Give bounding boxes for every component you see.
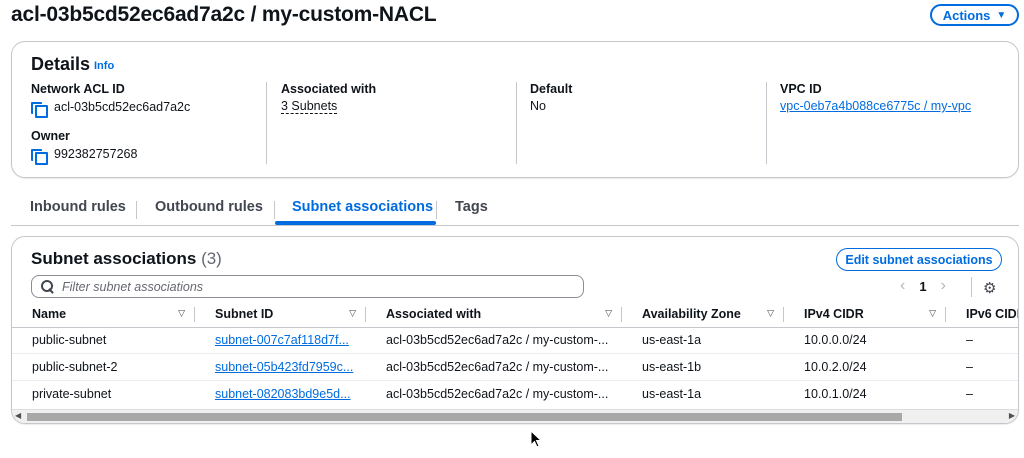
scroll-right-icon[interactable]: ▶	[1009, 411, 1015, 420]
column-header-subnet-id[interactable]: Subnet ID ▽	[195, 301, 366, 328]
subnet-id-link[interactable]: subnet-05b423fd7959c...	[215, 360, 353, 374]
column-header-associated-with[interactable]: Associated with ▽	[366, 301, 622, 328]
column-label: IPv4 CIDR	[804, 306, 864, 321]
tab-divider	[136, 201, 137, 219]
associated-with-label: Associated with	[281, 82, 377, 96]
column-label: Subnet ID	[215, 306, 274, 321]
tab-tags[interactable]: Tags	[455, 199, 488, 215]
table-row: public-subnet subnet-007c7af118d7f... ac…	[12, 327, 1018, 354]
column-header-ipv4-cidr[interactable]: IPv4 CIDR ▽	[784, 301, 946, 328]
vpc-id-field: VPC ID vpc-0eb7a4b088ce6775c / my-vpc	[780, 82, 971, 113]
tab-divider	[436, 201, 437, 219]
cell-subnet-id: subnet-05b423fd7959c...	[195, 353, 366, 381]
cell-associated-with: acl-03b5cd52ec6ad7a2c / my-custom-...	[386, 386, 609, 401]
scrollbar-thumb[interactable]	[27, 413, 902, 421]
column-header-availability-zone[interactable]: Availability Zone ▽	[622, 301, 784, 328]
column-header-ipv6-cidr[interactable]: IPv6 CIDR	[946, 301, 1018, 328]
table-header-row: Name ▽ Subnet ID ▽ Associated with ▽ Availa…	[12, 301, 1018, 328]
cell-ipv6-cidr: –	[946, 327, 1018, 354]
associated-with-field: Associated with 3 Subnets	[281, 82, 376, 114]
tab-bar: Inbound rules Outbound rules Subnet asso…	[11, 193, 1019, 226]
scroll-left-icon[interactable]: ◀	[15, 411, 21, 420]
page-title: acl-03b5cd52ec6ad7a2c / my-custom-NACL	[11, 3, 437, 26]
pagination: ‹ 1 ›	[900, 277, 946, 295]
cell-ipv4-cidr: 10.0.1.0/24	[804, 386, 867, 401]
subnet-associations-title: Subnet associations	[31, 249, 197, 268]
copy-icon[interactable]	[31, 146, 48, 165]
divider	[266, 82, 267, 164]
column-label: Availability Zone	[642, 306, 741, 321]
divider	[766, 82, 767, 164]
page-number[interactable]: 1	[919, 279, 926, 294]
cell-availability-zone: us-east-1a	[642, 386, 702, 401]
associated-subnets-popover[interactable]: 3 Subnets	[281, 99, 338, 114]
table-row: public-subnet-2 subnet-05b423fd7959c... …	[12, 353, 1018, 381]
sort-icon[interactable]: ▽	[178, 308, 185, 319]
active-tab-indicator	[275, 221, 436, 225]
default-value: No	[530, 99, 546, 113]
mouse-cursor-icon	[530, 430, 542, 448]
owner-value: 992382757268	[54, 146, 138, 161]
network-acl-id-value: acl-03b5cd52ec6ad7a2c	[54, 99, 191, 114]
column-label: Name	[32, 306, 67, 321]
cell-name: private-subnet	[32, 386, 112, 401]
sort-icon[interactable]: ▽	[349, 308, 356, 319]
cell-ipv6-cidr: –	[966, 386, 973, 401]
cell-availability-zone: us-east-1b	[622, 353, 784, 381]
caret-down-icon: ▼	[996, 9, 1007, 21]
details-panel: Details Info Network ACL ID acl-03b5cd52…	[11, 41, 1019, 178]
subnet-id-link[interactable]: subnet-082083bd9e5d...	[215, 387, 351, 401]
subnet-count: (3)	[201, 249, 222, 268]
search-icon	[41, 280, 54, 293]
subnet-id-link[interactable]: subnet-007c7af118d7f...	[215, 333, 349, 347]
cell-subnet-id: subnet-007c7af118d7f...	[195, 327, 366, 354]
owner-label: Owner	[31, 129, 70, 143]
chevron-left-icon[interactable]: ‹	[900, 277, 905, 295]
info-link[interactable]: Info	[94, 60, 114, 72]
cell-name: public-subnet	[12, 327, 195, 354]
edit-subnet-associations-button[interactable]: Edit subnet associations	[836, 248, 1002, 271]
cell-ipv4-cidr: 10.0.0.0/24	[784, 327, 946, 354]
cell-name: public-subnet-2	[12, 353, 195, 381]
default-label: Default	[530, 82, 573, 96]
cell-ipv4-cidr: 10.0.2.0/24	[784, 353, 946, 381]
cell-associated-with: acl-03b5cd52ec6ad7a2c / my-custom-...	[366, 327, 622, 354]
subnet-associations-panel: Subnet associations (3) Edit subnet asso…	[11, 236, 1019, 424]
details-heading: Details	[31, 54, 91, 74]
horizontal-scrollbar[interactable]: ◀ ▶	[12, 409, 1018, 423]
actions-button[interactable]: Actions ▼	[930, 4, 1019, 26]
sort-icon[interactable]: ▽	[605, 308, 612, 319]
cell-availability-zone: us-east-1a	[622, 327, 784, 354]
copy-icon[interactable]	[31, 99, 48, 118]
default-field: Default No	[530, 82, 572, 113]
filter-subnet-associations[interactable]	[31, 275, 584, 298]
column-label: IPv6 CIDR	[966, 306, 1018, 321]
search-input[interactable]	[62, 279, 562, 294]
column-header-name[interactable]: Name ▽	[12, 301, 195, 328]
table-row: private-subnet subnet-082083bd9e5d... ac…	[12, 380, 1018, 407]
tab-subnet-associations[interactable]: Subnet associations	[292, 199, 433, 215]
divider	[971, 277, 972, 297]
actions-label: Actions	[942, 7, 991, 23]
network-acl-id-field: Network ACL ID acl-03b5cd52ec6ad7a2c Own…	[31, 82, 191, 165]
sort-icon[interactable]: ▽	[767, 308, 774, 319]
tab-divider	[274, 201, 275, 219]
cell-ipv6-cidr: –	[946, 353, 1018, 381]
cell-associated-with: acl-03b5cd52ec6ad7a2c / my-custom-...	[366, 353, 622, 381]
divider	[516, 82, 517, 164]
sort-icon[interactable]: ▽	[929, 308, 936, 319]
gear-icon[interactable]: ⚙	[983, 279, 996, 297]
subnet-associations-table: Name ▽ Subnet ID ▽ Associated with ▽ Availa…	[12, 301, 1018, 407]
subnet-associations-heading: Subnet associations (3)	[31, 249, 222, 269]
vpc-id-label: VPC ID	[780, 82, 822, 96]
network-acl-id-label: Network ACL ID	[31, 82, 125, 96]
cell-subnet-id: subnet-082083bd9e5d...	[195, 380, 366, 407]
chevron-right-icon[interactable]: ›	[941, 277, 946, 295]
column-label: Associated with	[386, 306, 482, 321]
tab-outbound-rules[interactable]: Outbound rules	[155, 199, 263, 215]
vpc-id-link[interactable]: vpc-0eb7a4b088ce6775c / my-vpc	[780, 99, 971, 113]
tab-inbound-rules[interactable]: Inbound rules	[30, 199, 126, 215]
